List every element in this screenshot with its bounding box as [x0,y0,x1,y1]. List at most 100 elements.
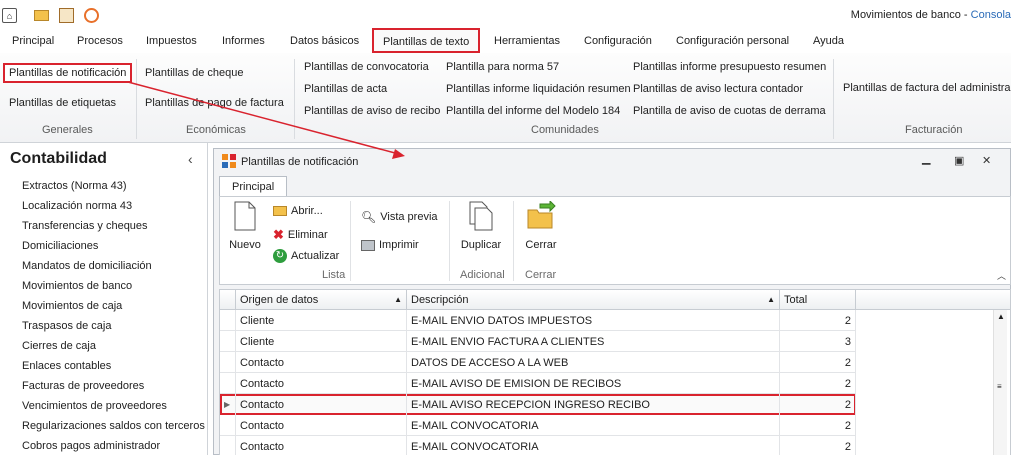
ribbon-plantilla-cuotas-derrama[interactable]: Plantilla de aviso de cuotas de derrama [633,105,826,117]
broadcast-icon[interactable] [84,8,99,23]
sidebar-item-enlaces-contables[interactable]: Enlaces contables [22,360,111,372]
cell-origen: Contacto [236,415,407,436]
cell-descripcion: DATOS DE ACCESO A LA WEB [407,352,780,373]
column-header-total[interactable]: Total [780,290,856,310]
cell-origen: Contacto [236,373,407,394]
menu-configuracion-personal[interactable]: Configuración personal [676,35,789,47]
menu-procesos[interactable]: Procesos [77,35,123,47]
chevron-left-icon[interactable]: ‹ [188,151,193,167]
ribbon-group-comunidades: Comunidades [531,124,599,136]
cell-descripcion: E-MAIL CONVOCATORIA [407,436,780,455]
clipboard-icon[interactable] [59,8,74,23]
sidebar-item-vencimientos-proveedores[interactable]: Vencimientos de proveedores [22,400,167,412]
menu-configuracion[interactable]: Configuración [584,35,652,47]
notification-templates-window: Plantillas de notificación ▁ ▣ ✕ Princip… [213,148,1011,455]
ribbon-plantillas-pago-factura[interactable]: Plantillas de pago de factura [145,97,284,109]
sidebar-item-movimientos-caja[interactable]: Movimientos de caja [22,300,122,312]
toolbar-group-lista: Lista [322,269,346,281]
row-indicator [220,415,236,436]
new-document-icon [234,201,256,231]
cell-origen: Contacto [236,436,407,455]
sidebar-item-domiciliaciones[interactable]: Domiciliaciones [22,240,98,252]
preview-button-label: Vista previa [380,211,438,223]
menu-herramientas[interactable]: Herramientas [494,35,560,47]
sidebar-item-facturas-proveedores[interactable]: Facturas de proveedores [22,380,144,392]
table-row[interactable]: Contacto E-MAIL CONVOCATORIA 2 [220,415,856,436]
close-icon[interactable]: ✕ [982,154,991,167]
magnifier-icon: 🔍︎ [361,210,377,224]
sidebar-item-regularizaciones[interactable]: Regularizaciones saldos con terceros [22,420,205,432]
preview-button[interactable]: 🔍︎ Vista previa [361,210,438,224]
menu-ayuda[interactable]: Ayuda [813,35,844,47]
ribbon-plantillas-factura-administrador[interactable]: Plantillas de factura del administrador [843,82,1011,94]
new-button[interactable]: Nuevo [228,201,262,251]
sidebar-item-extractos[interactable]: Extractos (Norma 43) [22,180,127,192]
ribbon-plantillas-presupuesto-resumen[interactable]: Plantillas informe presupuesto resumen [633,61,826,73]
row-indicator [220,331,236,352]
table-row[interactable]: Contacto DATOS DE ACCESO A LA WEB 2 [220,352,856,373]
templates-grid: Origen de datos ▲ Descripción ▲ Total Clie… [219,289,1011,455]
sidebar-item-transferencias[interactable]: Transferencias y cheques [22,220,148,232]
table-row[interactable]: Contacto E-MAIL AVISO DE EMISION DE RECIB… [220,373,856,394]
ribbon-plantilla-modelo-184[interactable]: Plantilla del informe del Modelo 184 [446,105,620,117]
menu-plantillas-de-texto[interactable]: Plantillas de texto [372,28,481,53]
sort-up-icon: ▲ [767,295,775,304]
column-header-descripcion[interactable]: Descripción ▲ [407,290,780,310]
ribbon-separator [833,59,834,139]
mail-icon[interactable] [34,10,49,21]
table-row[interactable]: Cliente E-MAIL ENVIO DATOS IMPUESTOS 2 [220,310,856,331]
scroll-thumb-icon[interactable]: ≡ [997,382,1002,391]
toolbar-separator [513,201,514,281]
exit-folder-icon [527,199,556,229]
delete-button-label: Eliminar [287,229,328,241]
open-button-label: Abrir... [291,205,323,217]
menu-datos-basicos[interactable]: Datos básicos [290,35,359,47]
cell-descripcion: E-MAIL ENVIO DATOS IMPUESTOS [407,310,780,331]
table-row[interactable]: Cliente E-MAIL ENVIO FACTURA A CLIENTES 3 [220,331,856,352]
ribbon-plantillas-aviso-recibo[interactable]: Plantillas de aviso de recibo [304,105,440,117]
open-button[interactable]: Abrir... [273,205,323,217]
ribbon-plantillas-cheque[interactable]: Plantillas de cheque [145,67,243,79]
scroll-up-icon[interactable]: ▲ [997,312,1005,321]
delete-button[interactable]: ✖ Eliminar [273,227,328,243]
ribbon-plantillas-liquidacion-resumen[interactable]: Plantillas informe liquidación resumen [446,83,631,95]
sidebar-item-traspasos-caja[interactable]: Traspasos de caja [22,320,111,332]
sidebar-item-localizacion[interactable]: Localización norma 43 [22,200,132,212]
sidebar-item-mandatos[interactable]: Mandatos de domiciliación [22,260,152,272]
duplicate-button[interactable]: Duplicar [459,201,503,251]
home-icon[interactable]: ⌂ [2,8,17,23]
sidebar-title: Contabilidad [10,150,107,167]
ribbon-plantillas-notificacion[interactable]: Plantillas de notificación [3,63,133,83]
column-header-descripcion-label: Descripción [411,294,469,306]
close-button[interactable]: Cerrar [522,199,560,251]
table-row[interactable]: ▶ Contacto E-MAIL AVISO RECEPCION INGRESO … [220,394,856,415]
ribbon-plantillas-lectura-contador[interactable]: Plantillas de aviso lectura contador [633,83,803,95]
sidebar-item-movimientos-banco[interactable]: Movimientos de banco [22,280,132,292]
column-header-origen[interactable]: Origen de datos ▲ [236,290,407,310]
menu-principal[interactable]: Principal [12,35,54,47]
ribbon-plantillas-convocatoria[interactable]: Plantillas de convocatoria [304,61,429,73]
menu-impuestos[interactable]: Impuestos [146,35,197,47]
ribbon-plantillas-etiquetas[interactable]: Plantillas de etiquetas [9,97,116,109]
grid-header: Origen de datos ▲ Descripción ▲ Total [220,290,1010,310]
cell-descripcion: E-MAIL AVISO DE EMISION DE RECIBOS [407,373,780,394]
sidebar: Contabilidad ‹ Extractos (Norma 43) Loca… [0,143,208,455]
tab-principal[interactable]: Principal [219,176,288,197]
menu-informes[interactable]: Informes [222,35,265,47]
ribbon-group-facturacion: Facturación [905,124,963,136]
collapse-ribbon-icon[interactable]: ︿ [997,269,1006,282]
vertical-scrollbar[interactable]: ▲ ≡ [993,310,1007,455]
table-row[interactable]: Contacto E-MAIL CONVOCATORIA 2 [220,436,856,455]
window-title: Movimientos de banco - Consola [851,9,1011,21]
ribbon-plantillas-acta[interactable]: Plantillas de acta [304,83,387,95]
sidebar-item-cierres-caja[interactable]: Cierres de caja [22,340,96,352]
print-button[interactable]: Imprimir [361,239,419,251]
cell-total: 2 [780,373,856,394]
restore-icon[interactable]: ▣ [954,154,964,167]
row-indicator: ▶ [220,394,236,415]
minimize-icon[interactable]: ▁ [922,152,930,165]
sidebar-item-cobros-pagos[interactable]: Cobros pagos administrador [22,440,160,452]
ribbon-plantilla-norma-57[interactable]: Plantilla para norma 57 [446,61,559,73]
ribbon-group-economicas: Económicas [186,124,246,136]
refresh-button[interactable]: ↻ Actualizar [273,249,339,263]
